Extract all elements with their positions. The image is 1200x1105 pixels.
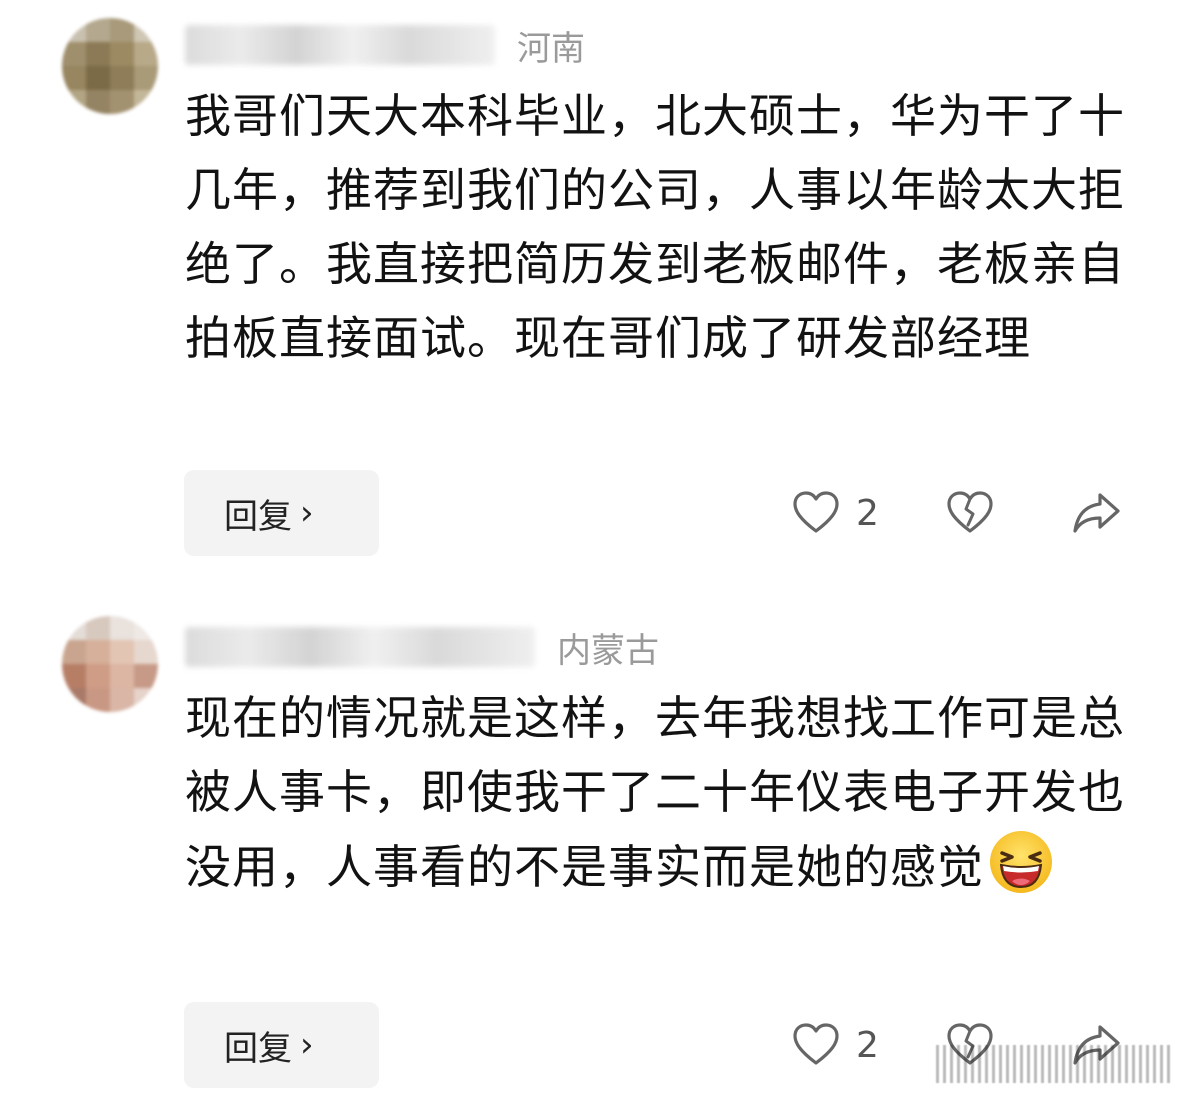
chevron-right-icon: ›: [300, 493, 314, 533]
heart-icon[interactable]: [790, 487, 842, 539]
broken-heart-icon[interactable]: [944, 487, 996, 539]
comment-text: 现在的情况就是这样，去年我想找工作可是总被人事卡，即使我干了二十年仪表电子开发也…: [185, 681, 1145, 904]
comment-meta: 内蒙古: [185, 622, 659, 672]
avatar[interactable]: [62, 18, 158, 114]
comment-actions: 2: [790, 470, 1150, 556]
like-count: 2: [856, 1024, 879, 1066]
watermark: [936, 1045, 1174, 1083]
username-redacted: [185, 25, 495, 65]
reply-button[interactable]: 回复 ›: [184, 470, 379, 556]
region-label: 内蒙古: [557, 630, 659, 671]
share-arrow-icon[interactable]: [1070, 487, 1122, 539]
region-label: 河南: [517, 28, 585, 69]
reply-button[interactable]: 回复 ›: [184, 1002, 379, 1088]
comment-meta: 河南: [185, 20, 585, 70]
reply-button-label: 回复: [224, 496, 292, 537]
like-count: 2: [856, 492, 879, 534]
avatar[interactable]: [62, 616, 158, 712]
reply-button-label: 回复: [224, 1028, 292, 1069]
comment-text: 我哥们天大本科毕业，北大硕士，华为干了十几年，推荐到我们的公司，人事以年龄太大拒…: [185, 89, 1125, 365]
chevron-right-icon: ›: [300, 1025, 314, 1065]
username-redacted: [185, 627, 535, 667]
laughing-face-emoji: [988, 829, 1054, 895]
heart-icon[interactable]: [790, 1019, 842, 1071]
comment-text-content: 现在的情况就是这样，去年我想找工作可是总被人事卡，即使我干了二十年仪表电子开发也…: [185, 691, 1125, 894]
